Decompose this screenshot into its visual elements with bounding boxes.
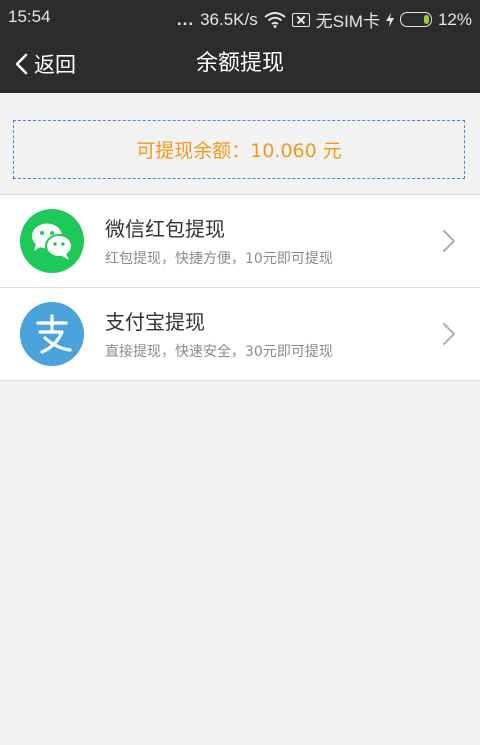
battery-percent: 12% [437,9,472,29]
notification-dots: ... [176,9,195,29]
status-indicators: ... 36.5K/s 无SIM卡 12% [177,7,472,32]
wechat-withdraw-option[interactable]: 微信红包提现 红包提现，快捷方便，10元即可提现 [0,195,480,288]
alipay-withdraw-option[interactable]: 支付宝提现 直接提现，快速安全，30元即可提现 [0,288,480,381]
alipay-icon [20,302,84,366]
charging-icon [385,12,394,27]
option-subtitle: 直接提现，快速安全，30元即可提现 [105,344,333,360]
chevron-right-icon [443,323,455,345]
status-time: 15:54 [8,7,51,26]
battery-icon [399,12,432,27]
option-title: 支付宝提现 [105,310,205,334]
title-bar: 余额提现 返回 [0,34,480,93]
sim-icon [291,12,310,27]
wechat-icon [20,209,84,273]
option-subtitle: 红包提现，快捷方便，10元即可提现 [105,251,333,267]
chevron-right-icon [443,230,455,252]
back-button[interactable]: 返回 [14,34,76,93]
chevron-left-icon [15,53,28,74]
withdraw-options: 微信红包提现 红包提现，快捷方便，10元即可提现 支付宝提现 直接提现，快速安全… [0,194,480,381]
balance-text: 可提现余额：10.060 元 [136,140,342,162]
wifi-icon [264,11,286,28]
withdrawable-balance: 可提现余额：10.060 元 [13,120,465,179]
status-bar: 15:54 ... 36.5K/s 无SIM卡 12% [0,0,480,34]
network-speed: 36.5K/s [200,9,258,29]
sim-status: 无SIM卡 [315,12,380,31]
back-label: 返回 [34,52,76,77]
option-title: 微信红包提现 [105,217,225,241]
